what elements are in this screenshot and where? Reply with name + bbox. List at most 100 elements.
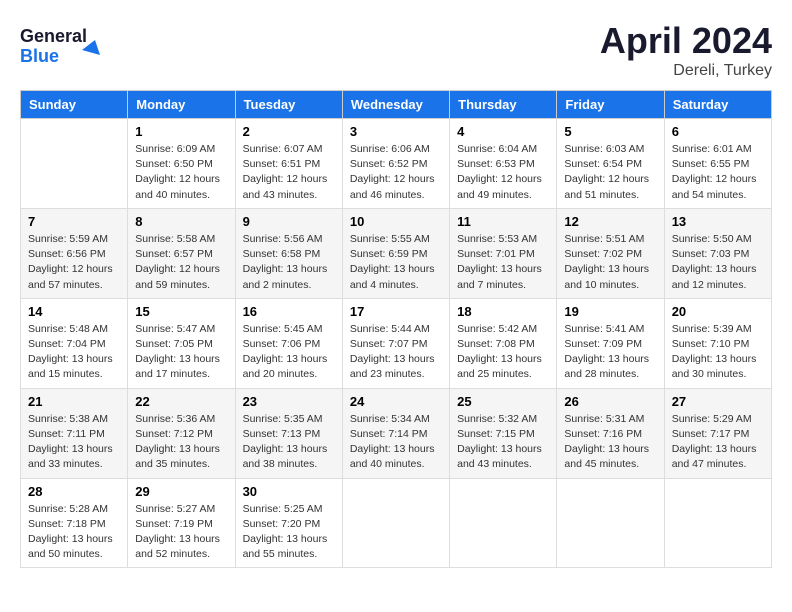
day-info: Sunrise: 5:56 AMSunset: 6:58 PMDaylight:…: [243, 232, 335, 293]
calendar-cell: 9 Sunrise: 5:56 AMSunset: 6:58 PMDaylight…: [235, 208, 342, 298]
day-info: Sunrise: 5:29 AMSunset: 7:17 PMDaylight:…: [672, 412, 764, 473]
weekday-header-cell: Saturday: [664, 91, 771, 119]
calendar-cell: 10Sunrise: 5:55 AMSunset: 6:59 PMDayligh…: [342, 208, 449, 298]
day-number: 28: [28, 484, 120, 499]
month-title: April 2024: [600, 20, 772, 62]
calendar-cell: [342, 478, 449, 568]
calendar-cell: 12 Sunrise: 5:51 AMSunset: 7:02 PMDayligh…: [557, 208, 664, 298]
calendar-cell: [450, 478, 557, 568]
day-info: Sunrise: 5:28 AMSunset: 7:18 PMDaylight:…: [28, 502, 120, 563]
calendar-cell: 4 Sunrise: 6:04 AMSunset: 6:53 PMDaylight…: [450, 119, 557, 209]
day-info: Sunrise: 5:32 AMSunset: 7:15 PMDaylight:…: [457, 412, 549, 473]
day-number: 5: [564, 124, 656, 139]
calendar-cell: 7 Sunrise: 5:59 AMSunset: 6:56 PMDaylight…: [21, 208, 128, 298]
calendar-cell: 5Sunrise: 6:03 AMSunset: 6:54 PMDaylight…: [557, 119, 664, 209]
page-header: General Blue April 2024 Dereli, Turkey: [20, 20, 772, 80]
calendar-body: 1 Sunrise: 6:09 AMSunset: 6:50 PMDaylight…: [21, 119, 772, 568]
calendar-table: SundayMondayTuesdayWednesdayThursdayFrid…: [20, 90, 772, 568]
calendar-cell: 30Sunrise: 5:25 AMSunset: 7:20 PMDayligh…: [235, 478, 342, 568]
calendar-cell: 18 Sunrise: 5:42 AMSunset: 7:08 PMDayligh…: [450, 298, 557, 388]
day-info: Sunrise: 6:04 AMSunset: 6:53 PMDaylight:…: [457, 142, 549, 203]
calendar-week-row: 21 Sunrise: 5:38 AMSunset: 7:11 PMDayligh…: [21, 388, 772, 478]
weekday-header-cell: Sunday: [21, 91, 128, 119]
day-number: 16: [243, 304, 335, 319]
day-number: 6: [672, 124, 764, 139]
day-number: 8: [135, 214, 227, 229]
day-number: 21: [28, 394, 120, 409]
day-info: Sunrise: 5:59 AMSunset: 6:56 PMDaylight:…: [28, 232, 120, 293]
weekday-header-row: SundayMondayTuesdayWednesdayThursdayFrid…: [21, 91, 772, 119]
day-number: 14: [28, 304, 120, 319]
calendar-cell: 20Sunrise: 5:39 AMSunset: 7:10 PMDayligh…: [664, 298, 771, 388]
calendar-cell: 13 Sunrise: 5:50 AMSunset: 7:03 PMDayligh…: [664, 208, 771, 298]
day-info: Sunrise: 5:53 AMSunset: 7:01 PMDaylight:…: [457, 232, 549, 293]
calendar-cell: 3Sunrise: 6:06 AMSunset: 6:52 PMDaylight…: [342, 119, 449, 209]
calendar-week-row: 14 Sunrise: 5:48 AMSunset: 7:04 PMDayligh…: [21, 298, 772, 388]
calendar-cell: 15 Sunrise: 5:47 AMSunset: 7:05 PMDayligh…: [128, 298, 235, 388]
day-info: Sunrise: 5:50 AMSunset: 7:03 PMDaylight:…: [672, 232, 764, 293]
day-info: Sunrise: 6:07 AMSunset: 6:51 PMDaylight:…: [243, 142, 335, 203]
day-number: 4: [457, 124, 549, 139]
day-number: 18: [457, 304, 549, 319]
calendar-cell: 8 Sunrise: 5:58 AMSunset: 6:57 PMDaylight…: [128, 208, 235, 298]
day-number: 7: [28, 214, 120, 229]
day-info: Sunrise: 6:09 AMSunset: 6:50 PMDaylight:…: [135, 142, 227, 203]
day-info: Sunrise: 5:38 AMSunset: 7:11 PMDaylight:…: [28, 412, 120, 473]
svg-text:General: General: [20, 26, 87, 46]
calendar-cell: 28 Sunrise: 5:28 AMSunset: 7:18 PMDayligh…: [21, 478, 128, 568]
day-info: Sunrise: 5:25 AMSunset: 7:20 PMDaylight:…: [243, 502, 335, 563]
day-info: Sunrise: 5:27 AMSunset: 7:19 PMDaylight:…: [135, 502, 227, 563]
calendar-cell: 17Sunrise: 5:44 AMSunset: 7:07 PMDayligh…: [342, 298, 449, 388]
logo-icon: General Blue: [20, 20, 110, 70]
day-number: 12: [564, 214, 656, 229]
calendar-week-row: 7 Sunrise: 5:59 AMSunset: 6:56 PMDaylight…: [21, 208, 772, 298]
calendar-cell: [21, 119, 128, 209]
day-number: 1: [135, 124, 227, 139]
day-number: 24: [350, 394, 442, 409]
day-info: Sunrise: 6:06 AMSunset: 6:52 PMDaylight:…: [350, 142, 442, 203]
day-info: Sunrise: 5:42 AMSunset: 7:08 PMDaylight:…: [457, 322, 549, 383]
calendar-cell: 23Sunrise: 5:35 AMSunset: 7:13 PMDayligh…: [235, 388, 342, 478]
weekday-header-cell: Friday: [557, 91, 664, 119]
day-number: 15: [135, 304, 227, 319]
day-number: 27: [672, 394, 764, 409]
calendar-cell: 26Sunrise: 5:31 AMSunset: 7:16 PMDayligh…: [557, 388, 664, 478]
calendar-cell: 1 Sunrise: 6:09 AMSunset: 6:50 PMDaylight…: [128, 119, 235, 209]
calendar-cell: [664, 478, 771, 568]
day-info: Sunrise: 5:48 AMSunset: 7:04 PMDaylight:…: [28, 322, 120, 383]
day-info: Sunrise: 5:58 AMSunset: 6:57 PMDaylight:…: [135, 232, 227, 293]
day-number: 13: [672, 214, 764, 229]
calendar-week-row: 1 Sunrise: 6:09 AMSunset: 6:50 PMDaylight…: [21, 119, 772, 209]
calendar-cell: 27 Sunrise: 5:29 AMSunset: 7:17 PMDayligh…: [664, 388, 771, 478]
day-info: Sunrise: 5:55 AMSunset: 6:59 PMDaylight:…: [350, 232, 442, 293]
day-info: Sunrise: 5:47 AMSunset: 7:05 PMDaylight:…: [135, 322, 227, 383]
calendar-cell: 22 Sunrise: 5:36 AMSunset: 7:12 PMDayligh…: [128, 388, 235, 478]
weekday-header-cell: Wednesday: [342, 91, 449, 119]
logo: General Blue: [20, 20, 110, 75]
day-number: 11: [457, 214, 549, 229]
day-number: 2: [243, 124, 335, 139]
title-block: April 2024 Dereli, Turkey: [600, 20, 772, 80]
day-info: Sunrise: 5:51 AMSunset: 7:02 PMDaylight:…: [564, 232, 656, 293]
day-info: Sunrise: 5:31 AMSunset: 7:16 PMDaylight:…: [564, 412, 656, 473]
day-info: Sunrise: 5:45 AMSunset: 7:06 PMDaylight:…: [243, 322, 335, 383]
calendar-cell: 14 Sunrise: 5:48 AMSunset: 7:04 PMDayligh…: [21, 298, 128, 388]
day-number: 25: [457, 394, 549, 409]
day-info: Sunrise: 5:36 AMSunset: 7:12 PMDaylight:…: [135, 412, 227, 473]
day-number: 22: [135, 394, 227, 409]
day-number: 19: [564, 304, 656, 319]
weekday-header-cell: Thursday: [450, 91, 557, 119]
day-info: Sunrise: 5:39 AMSunset: 7:10 PMDaylight:…: [672, 322, 764, 383]
day-info: Sunrise: 6:01 AMSunset: 6:55 PMDaylight:…: [672, 142, 764, 203]
day-number: 9: [243, 214, 335, 229]
calendar-cell: 2 Sunrise: 6:07 AMSunset: 6:51 PMDaylight…: [235, 119, 342, 209]
calendar-cell: 21 Sunrise: 5:38 AMSunset: 7:11 PMDayligh…: [21, 388, 128, 478]
calendar-cell: 16 Sunrise: 5:45 AMSunset: 7:06 PMDayligh…: [235, 298, 342, 388]
calendar-cell: 25 Sunrise: 5:32 AMSunset: 7:15 PMDayligh…: [450, 388, 557, 478]
day-info: Sunrise: 5:44 AMSunset: 7:07 PMDaylight:…: [350, 322, 442, 383]
calendar-cell: 29Sunrise: 5:27 AMSunset: 7:19 PMDayligh…: [128, 478, 235, 568]
calendar-cell: [557, 478, 664, 568]
calendar-week-row: 28 Sunrise: 5:28 AMSunset: 7:18 PMDayligh…: [21, 478, 772, 568]
day-info: Sunrise: 5:41 AMSunset: 7:09 PMDaylight:…: [564, 322, 656, 383]
location: Dereli, Turkey: [600, 62, 772, 80]
